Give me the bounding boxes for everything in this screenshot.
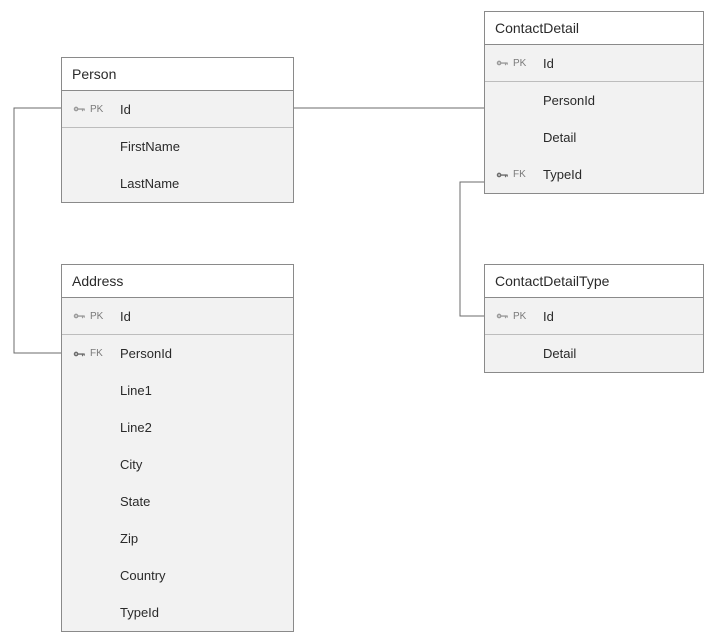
- entity-person[interactable]: Person PKId FirstName LastName: [61, 57, 294, 203]
- column-row[interactable]: TypeId: [62, 594, 293, 631]
- key-tag: PK: [90, 104, 114, 115]
- column-name: Detail: [537, 130, 697, 145]
- column-row[interactable]: Detail: [485, 335, 703, 372]
- entity-columns: PKId FirstName LastName: [62, 91, 293, 202]
- column-name: Id: [537, 56, 697, 71]
- foreign-key-icon: [491, 168, 513, 182]
- key-tag: FK: [513, 169, 537, 180]
- column-row[interactable]: FirstName: [62, 128, 293, 165]
- key-tag: FK: [90, 348, 114, 359]
- rel-person-address: [14, 108, 61, 353]
- column-name: TypeId: [114, 605, 287, 620]
- column-row[interactable]: PKId: [485, 45, 703, 82]
- column-name: State: [114, 494, 287, 509]
- entity-title: ContactDetailType: [485, 265, 703, 298]
- column-row[interactable]: FKTypeId: [485, 156, 703, 193]
- entity-contactDetail[interactable]: ContactDetail PKId PersonId Detail FKTypeI…: [484, 11, 704, 194]
- column-row[interactable]: Country: [62, 557, 293, 594]
- column-row[interactable]: State: [62, 483, 293, 520]
- entity-title: Address: [62, 265, 293, 298]
- primary-key-icon: [68, 309, 90, 323]
- column-row[interactable]: FKPersonId: [62, 335, 293, 372]
- column-name: LastName: [114, 176, 287, 191]
- foreign-key-icon: [68, 347, 90, 361]
- entity-address[interactable]: Address PKId FKPersonId Line1 Line2 City Sta…: [61, 264, 294, 632]
- key-tag: PK: [90, 311, 114, 322]
- entity-title: Person: [62, 58, 293, 91]
- column-name: Id: [114, 102, 287, 117]
- entity-contactDetailType[interactable]: ContactDetailType PKId Detail: [484, 264, 704, 373]
- column-name: Id: [537, 309, 697, 324]
- column-row[interactable]: Detail: [485, 119, 703, 156]
- primary-key-icon: [491, 309, 513, 323]
- primary-key-icon: [68, 102, 90, 116]
- entity-columns: PKId FKPersonId Line1 Line2 City State Zip Cou…: [62, 298, 293, 631]
- column-name: Country: [114, 568, 287, 583]
- column-name: City: [114, 457, 287, 472]
- column-name: Line2: [114, 420, 287, 435]
- column-name: Zip: [114, 531, 287, 546]
- column-row[interactable]: PKId: [62, 91, 293, 128]
- primary-key-icon: [491, 56, 513, 70]
- entity-columns: PKId Detail: [485, 298, 703, 372]
- column-name: Detail: [537, 346, 697, 361]
- rel-contactdetailtype-contactdetail: [460, 182, 484, 316]
- column-row[interactable]: City: [62, 446, 293, 483]
- column-name: PersonId: [537, 93, 697, 108]
- entity-columns: PKId PersonId Detail FKTypeId: [485, 45, 703, 193]
- key-tag: PK: [513, 58, 537, 69]
- column-row[interactable]: PKId: [62, 298, 293, 335]
- column-name: FirstName: [114, 139, 287, 154]
- column-row[interactable]: PKId: [485, 298, 703, 335]
- column-row[interactable]: PersonId: [485, 82, 703, 119]
- entity-title: ContactDetail: [485, 12, 703, 45]
- column-row[interactable]: Zip: [62, 520, 293, 557]
- column-row[interactable]: Line2: [62, 409, 293, 446]
- column-row[interactable]: LastName: [62, 165, 293, 202]
- column-name: Id: [114, 309, 287, 324]
- column-name: PersonId: [114, 346, 287, 361]
- column-name: TypeId: [537, 167, 697, 182]
- key-tag: PK: [513, 311, 537, 322]
- column-name: Line1: [114, 383, 287, 398]
- erd-canvas: { "entities": { "person": { "title": "Pe…: [0, 0, 721, 631]
- column-row[interactable]: Line1: [62, 372, 293, 409]
